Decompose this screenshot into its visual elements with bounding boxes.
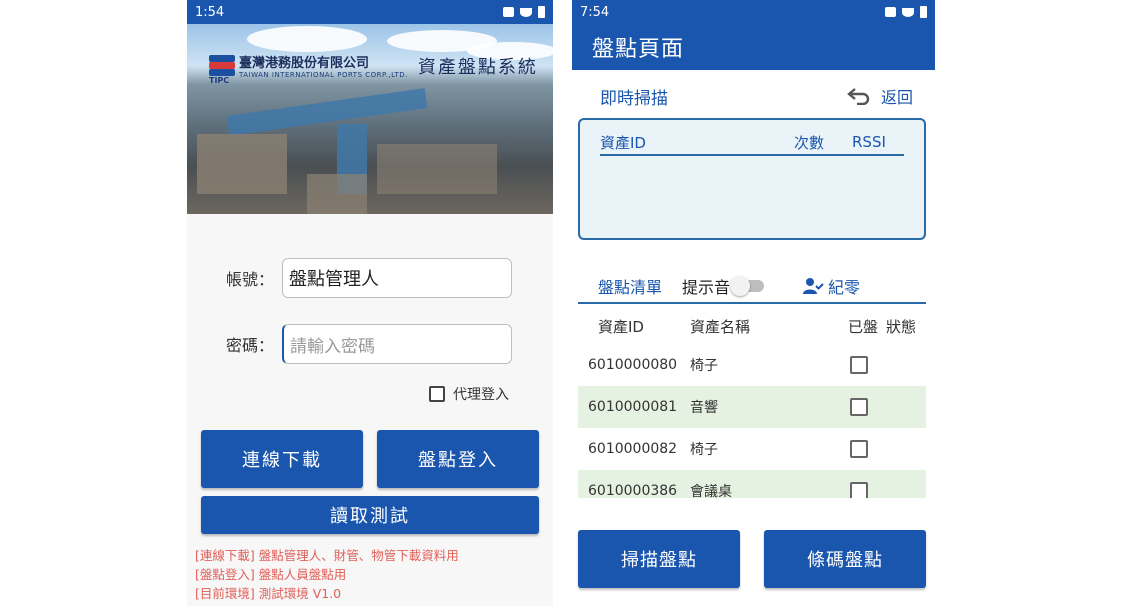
list-col-done: 已盤 <box>848 317 879 336</box>
asset-id: 6010000080 <box>588 357 678 373</box>
cast-icon <box>503 7 514 17</box>
list-col-state: 狀態 <box>886 317 917 336</box>
scan-results-panel: 資產ID 次數 RSSI <box>578 118 926 240</box>
login-button[interactable]: 盤點登入 <box>377 430 539 488</box>
company-name-en: TAIWAN INTERNATIONAL PORTS CORP.,LTD. <box>239 71 408 79</box>
asset-id: 6010000082 <box>588 441 678 457</box>
asset-list[interactable]: 6010000080 椅子 6010000081 音響 6010000082 椅… <box>572 344 935 498</box>
wifi-icon <box>520 7 532 17</box>
beep-toggle[interactable] <box>730 276 765 296</box>
table-row[interactable]: 6010000080 椅子 <box>578 344 926 386</box>
scan-col-id: 資產ID <box>600 133 646 152</box>
asset-id: 6010000081 <box>588 399 678 415</box>
hero-banner: 臺灣港務股份有限公司 TAIWAN INTERNATIONAL PORTS CO… <box>187 24 553 214</box>
password-row: 密碼： 請輸入密碼 <box>187 324 553 364</box>
cast-icon <box>885 7 896 17</box>
status-icons <box>885 6 927 18</box>
asset-name: 會議桌 <box>690 484 732 498</box>
list-toolbar: 盤點清單 提示音 紀零 <box>578 270 926 304</box>
asset-id: 6010000386 <box>588 483 678 498</box>
proxy-login-checkbox[interactable]: 代理登入 <box>429 384 509 404</box>
list-header: 資產ID 資產名稱 已盤 狀態 <box>578 310 926 342</box>
password-input[interactable]: 請輸入密碼 <box>282 324 512 364</box>
system-title: 資產盤點系統 <box>417 56 538 78</box>
note-line: [連線下載] 盤點管理人、財管、物管下載資料用 <box>195 548 459 563</box>
status-bar: 7:54 <box>572 0 935 24</box>
back-button[interactable]: 返回 <box>847 84 913 108</box>
user-check-icon <box>803 278 824 294</box>
beep-label: 提示音 <box>682 278 731 297</box>
table-row[interactable]: 6010000386 會議桌 <box>578 470 926 498</box>
account-input[interactable]: 盤點管理人 <box>282 258 512 298</box>
record-label: 紀零 <box>828 278 861 297</box>
status-time: 1:54 <box>195 4 225 20</box>
proxy-login-label: 代理登入 <box>453 387 509 403</box>
scan-col-count: 次數 <box>794 133 825 152</box>
battery-icon <box>538 6 545 18</box>
asset-name: 音響 <box>690 400 718 416</box>
asset-name: 椅子 <box>690 442 718 458</box>
wifi-icon <box>902 7 914 17</box>
checkbox-icon[interactable] <box>429 386 445 402</box>
note-line: [目前環境] 測試環境 V1.0 <box>195 586 342 601</box>
scan-section-title: 即時掃描 <box>600 89 668 109</box>
read-test-button[interactable]: 讀取測試 <box>201 496 539 534</box>
done-checkbox[interactable] <box>850 440 868 458</box>
done-checkbox[interactable] <box>850 482 868 498</box>
status-bar: 1:54 <box>187 0 553 24</box>
list-title: 盤點清單 <box>598 278 663 297</box>
barcode-inventory-button[interactable]: 條碼盤點 <box>764 530 926 588</box>
scan-table-header: 資產ID 次數 RSSI <box>600 130 904 156</box>
inventory-screen: 7:54 盤點頁面 即時掃描 返回 資產ID 次數 RSSI 盤點清單 提示音 <box>572 0 935 606</box>
download-button[interactable]: 連線下載 <box>201 430 363 488</box>
status-time: 7:54 <box>580 4 610 20</box>
account-label: 帳號： <box>225 270 274 289</box>
record-button[interactable]: 紀零 <box>802 274 860 298</box>
done-checkbox[interactable] <box>850 356 868 374</box>
password-label: 密碼： <box>225 336 274 355</box>
note-line: [盤點登入] 盤點人員盤點用 <box>195 567 347 582</box>
scan-inventory-button[interactable]: 掃描盤點 <box>578 530 740 588</box>
company-name: 臺灣港務股份有限公司 <box>239 56 370 71</box>
tipc-logo-text: TIPC <box>209 76 230 85</box>
table-row[interactable]: 6010000082 椅子 <box>578 428 926 470</box>
done-checkbox[interactable] <box>850 398 868 416</box>
asset-name: 椅子 <box>690 358 718 374</box>
undo-arrow-icon <box>847 88 870 105</box>
login-screen: 1:54 臺灣港務股份有限公司 TAIWAN INTERNATIONAL POR… <box>187 0 553 606</box>
scan-col-rssi: RSSI <box>852 133 886 151</box>
status-icons <box>503 6 545 18</box>
list-col-id: 資產ID <box>598 317 644 336</box>
account-row: 帳號： 盤點管理人 <box>187 258 553 298</box>
table-row[interactable]: 6010000081 音響 <box>578 386 926 428</box>
hero-logo-row: 臺灣港務股份有限公司 TAIWAN INTERNATIONAL PORTS CO… <box>209 52 538 79</box>
back-label: 返回 <box>880 88 913 107</box>
help-notes: [連線下載] 盤點管理人、財管、物管下載資料用 [盤點登入] 盤點人員盤點用 [… <box>195 546 459 603</box>
tipc-logo-icon <box>209 54 235 77</box>
app-bar-title: 盤點頁面 <box>572 24 935 70</box>
battery-icon <box>920 6 927 18</box>
list-col-name: 資產名稱 <box>690 317 751 336</box>
